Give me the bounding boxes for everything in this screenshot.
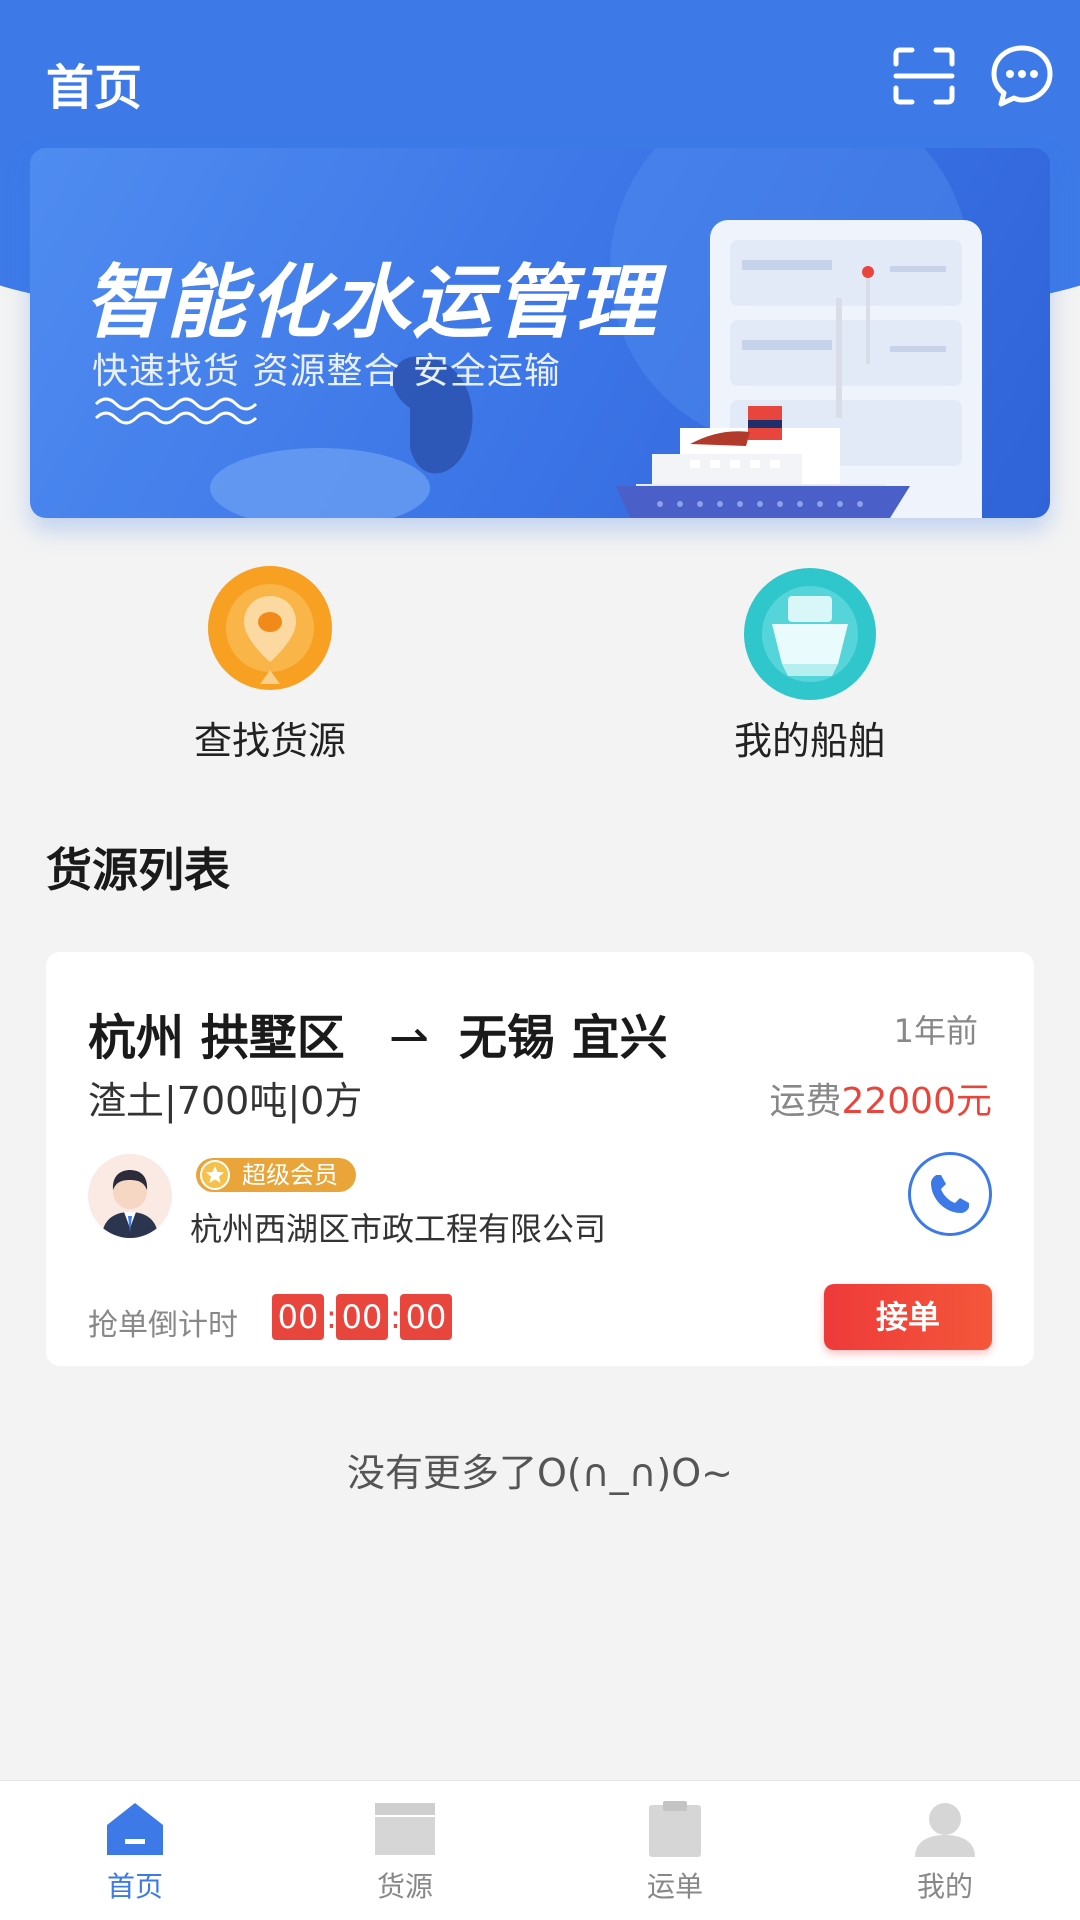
banner-subtitle: 快速找货 资源整合 安全运输 [92, 351, 561, 392]
accept-order-button[interactable]: 接单 [824, 1284, 992, 1350]
member-badge: 超级会员 [196, 1158, 356, 1192]
phone-icon [931, 1175, 969, 1213]
my-ship-button[interactable]: 我的船舶 [660, 566, 960, 763]
waybill-icon [649, 1801, 701, 1857]
tab-waybill[interactable]: 运单 [595, 1799, 755, 1909]
route-origin: 杭州 拱墅区 [88, 1010, 345, 1066]
star-icon [200, 1160, 230, 1190]
tab-waybill-label: 运单 [646, 1870, 703, 1903]
page-title: 首页 [46, 60, 143, 116]
message-button[interactable] [990, 44, 1054, 108]
countdown-minutes: 00 [336, 1294, 388, 1340]
banner-title: 智能化水运管理 [84, 256, 658, 349]
home-icon [107, 1803, 163, 1855]
find-cargo-button[interactable]: 查找货源 [120, 566, 420, 763]
posted-time: 1年前 [893, 1012, 978, 1050]
route-destination: 无锡 宜兴 [458, 1010, 668, 1066]
avatar [88, 1154, 172, 1238]
find-cargo-label: 查找货源 [193, 719, 346, 763]
countdown-hours: 00 [272, 1294, 324, 1340]
fee-amount: 22000元 [841, 1081, 992, 1122]
cargo-box-icon [375, 1803, 435, 1855]
no-more-text: 没有更多了O(∩_∩)O~ [347, 1451, 733, 1495]
location-pin-icon [208, 566, 332, 690]
route: 杭州 拱墅区 ⇀ 无锡 宜兴 [88, 998, 668, 1068]
ship-icon [744, 568, 876, 700]
tab-home[interactable]: 首页 [55, 1799, 215, 1909]
section-title: 货源列表 [46, 843, 230, 897]
call-button[interactable] [908, 1152, 992, 1236]
route-arrow-icon: ⇀ [388, 1010, 429, 1066]
scan-icon [893, 47, 955, 105]
cargo-card[interactable]: 杭州 拱墅区 ⇀ 无锡 宜兴 1年前 渣土|700吨|0方 运费22000元 超级会… [46, 952, 1034, 1366]
tab-cargo-label: 货源 [376, 1870, 433, 1903]
bottom-tab-bar: 首页 货源 运单 我的 [0, 1780, 1080, 1920]
tab-home-label: 首页 [106, 1870, 163, 1903]
cargo-info: 渣土|700吨|0方 [88, 1079, 363, 1123]
my-ship-label: 我的船舶 [733, 719, 886, 763]
freight-fee: 运费22000元 [769, 1072, 992, 1124]
company-name: 杭州西湖区市政工程有限公司 [190, 1210, 607, 1248]
top-bar: 首页 [0, 0, 1080, 150]
user-icon [915, 1803, 975, 1857]
scan-button[interactable] [892, 46, 956, 106]
promo-banner[interactable]: 智能化水运管理 快速找货 资源整合 安全运输 [30, 148, 1050, 518]
tab-cargo[interactable]: 货源 [325, 1799, 485, 1909]
fee-label: 运费 [769, 1081, 842, 1122]
tab-mine-label: 我的 [916, 1870, 973, 1903]
avatar-person-icon [102, 1170, 158, 1238]
tab-mine[interactable]: 我的 [865, 1799, 1025, 1909]
member-badge-label: 超级会员 [242, 1161, 338, 1189]
countdown-label: 抢单倒计时 [88, 1308, 238, 1343]
countdown-seconds: 00 [400, 1294, 452, 1340]
message-icon [991, 45, 1053, 107]
